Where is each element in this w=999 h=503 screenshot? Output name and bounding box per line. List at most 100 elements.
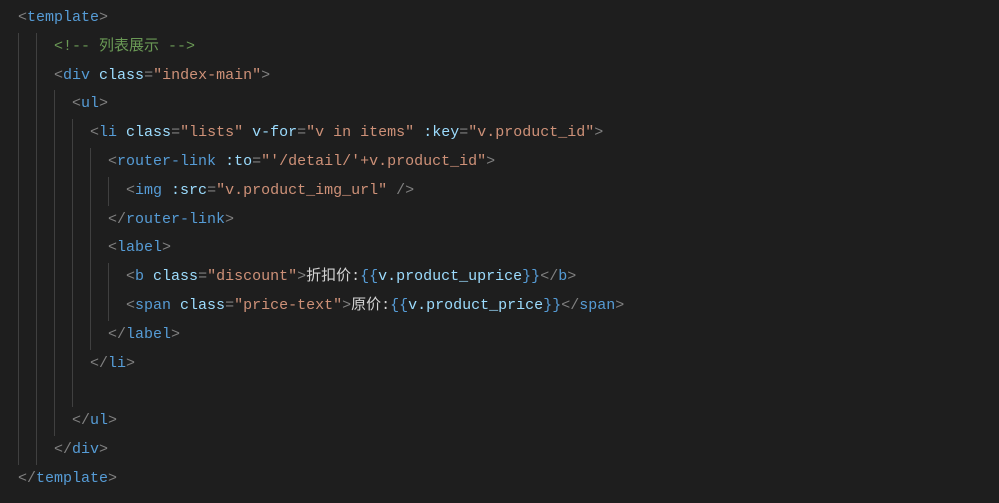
token-attr: :src <box>171 182 207 199</box>
indent-guide <box>36 33 37 62</box>
token-attr: class <box>180 297 225 314</box>
indent-guide <box>36 321 37 350</box>
indent-guide <box>90 321 91 350</box>
indent-guides <box>18 321 108 350</box>
token-brace: {{ <box>390 297 408 314</box>
token-punct: = <box>459 124 468 141</box>
token-punct: > <box>225 211 234 228</box>
token-punct: > <box>162 239 171 256</box>
code-line[interactable]: <label> <box>18 234 999 263</box>
token-punct: > <box>297 268 306 285</box>
code-line[interactable]: <!-- 列表展示 --> <box>18 33 999 62</box>
indent-guide <box>18 148 19 177</box>
code-line[interactable] <box>18 378 999 407</box>
indent-guide <box>36 263 37 292</box>
token-punct: </ <box>540 268 558 285</box>
token-tag: b <box>135 268 144 285</box>
indent-guide <box>72 321 73 350</box>
code-content: <img :src="v.product_img_url" /> <box>126 177 414 206</box>
indent-guides <box>18 407 72 436</box>
token-punct: > <box>594 124 603 141</box>
code-content: <div class="index-main"> <box>54 62 270 91</box>
token-punct: > <box>99 95 108 112</box>
code-line[interactable]: </router-link> <box>18 206 999 235</box>
indent-guides <box>18 177 126 206</box>
indent-guide <box>90 177 91 206</box>
indent-guide <box>36 234 37 263</box>
indent-guide <box>18 119 19 148</box>
indent-guide <box>54 90 55 119</box>
token-str: "lists" <box>180 124 243 141</box>
indent-guide <box>36 292 37 321</box>
token-punct: = <box>225 297 234 314</box>
token-punct: > <box>486 153 495 170</box>
token-punct: = <box>144 67 153 84</box>
indent-guide <box>54 177 55 206</box>
token-attr: :to <box>225 153 252 170</box>
code-line[interactable]: <span class="price-text">原价:{{v.product_… <box>18 292 999 321</box>
token-punct: > <box>99 9 108 26</box>
code-line[interactable]: <template> <box>18 4 999 33</box>
code-line[interactable]: <div class="index-main"> <box>18 62 999 91</box>
code-line[interactable]: <b class="discount">折扣价:{{v.product_upri… <box>18 263 999 292</box>
token-str: "discount" <box>207 268 297 285</box>
indent-guide <box>18 206 19 235</box>
token-punct: > <box>261 67 270 84</box>
indent-guide <box>18 321 19 350</box>
indent-guide <box>54 148 55 177</box>
token-text: 折扣价: <box>306 268 360 285</box>
indent-guides <box>18 292 126 321</box>
token-attr: class <box>99 67 144 84</box>
token-punct: < <box>54 67 63 84</box>
code-line[interactable]: <ul> <box>18 90 999 119</box>
token-text <box>171 297 180 314</box>
code-line[interactable]: </div> <box>18 436 999 465</box>
token-str: "v.product_img_url" <box>216 182 387 199</box>
token-tag: li <box>108 355 126 372</box>
code-content: </ul> <box>72 407 117 436</box>
indent-guide <box>90 263 91 292</box>
code-content: <!-- 列表展示 --> <box>54 33 195 62</box>
indent-guide <box>54 119 55 148</box>
indent-guide <box>72 292 73 321</box>
token-punct: = <box>171 124 180 141</box>
indent-guides <box>18 119 90 148</box>
token-str: "price-text" <box>234 297 342 314</box>
indent-guide <box>36 350 37 379</box>
token-attr: :key <box>423 124 459 141</box>
token-punct: < <box>126 268 135 285</box>
indent-guides <box>18 90 72 119</box>
code-line[interactable]: <router-link :to="'/detail/'+v.product_i… <box>18 148 999 177</box>
token-text <box>387 182 396 199</box>
token-attr: v-for <box>252 124 297 141</box>
code-editor[interactable]: <template> <!-- 列表展示 --> <div class="index… <box>18 4 999 494</box>
token-brace: {{ <box>360 268 378 285</box>
indent-guide <box>90 148 91 177</box>
code-content: </router-link> <box>108 206 234 235</box>
code-line[interactable]: <li class="lists" v-for="v in items" :ke… <box>18 119 999 148</box>
code-content: <b class="discount">折扣价:{{v.product_upri… <box>126 263 576 292</box>
code-line[interactable]: </li> <box>18 350 999 379</box>
indent-guide <box>54 206 55 235</box>
token-punct: > <box>108 412 117 429</box>
token-punct: </ <box>72 412 90 429</box>
indent-guide <box>90 292 91 321</box>
token-punct: < <box>126 297 135 314</box>
token-str: "v.product_id" <box>468 124 594 141</box>
code-line[interactable]: </ul> <box>18 407 999 436</box>
token-comment: <!-- 列表展示 --> <box>54 38 195 55</box>
indent-guide <box>18 62 19 91</box>
token-str: "'/detail/'+v.product_id" <box>261 153 486 170</box>
code-content: </li> <box>90 350 135 379</box>
indent-guide <box>36 206 37 235</box>
code-line[interactable]: </template> <box>18 465 999 494</box>
token-punct: </ <box>18 470 36 487</box>
indent-guide <box>36 407 37 436</box>
indent-guide <box>108 177 109 206</box>
token-tag: div <box>63 67 90 84</box>
token-tag: span <box>579 297 615 314</box>
code-line[interactable]: <img :src="v.product_img_url" /> <box>18 177 999 206</box>
token-tag: label <box>117 239 162 256</box>
token-punct: </ <box>108 326 126 343</box>
code-line[interactable]: </label> <box>18 321 999 350</box>
